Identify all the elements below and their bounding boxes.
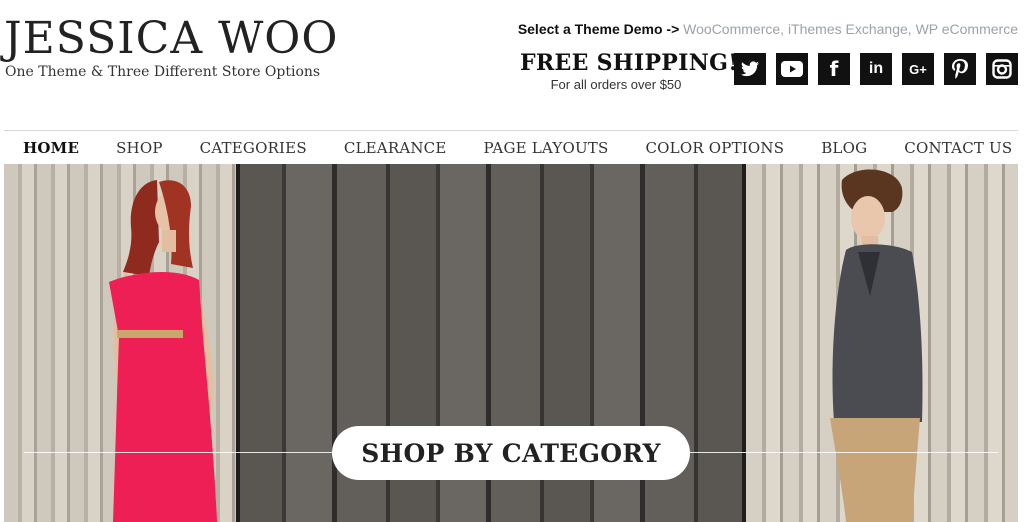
google-plus-icon[interactable]: G+ [902, 53, 934, 85]
instagram-icon[interactable] [986, 53, 1018, 85]
pinterest-icon[interactable] [944, 53, 976, 85]
hero-man-figure [830, 169, 923, 522]
ithemes-exchange-demo-link[interactable]: iThemes Exchange [788, 21, 908, 37]
woocommerce-demo-link[interactable]: WooCommerce [683, 21, 780, 37]
shop-by-category-button[interactable]: SHOP BY CATEGORY [332, 426, 690, 480]
link-separator: , [907, 21, 916, 37]
nav-item-home[interactable]: HOME [23, 139, 79, 157]
nav-item-blog[interactable]: BLOG [821, 139, 867, 157]
site-tagline: One Theme & Three Different Store Option… [5, 64, 321, 80]
shipping-subline: For all orders over $50 [550, 77, 682, 92]
linkedin-icon[interactable]: in [860, 53, 892, 85]
link-separator: , [780, 21, 788, 37]
nav-item-color-options[interactable]: COLOR OPTIONS [645, 139, 784, 157]
hero-woman-figure [109, 180, 217, 522]
nav-item-categories[interactable]: CATEGORIES [200, 139, 307, 157]
site-title[interactable]: JESSICA WOO [4, 14, 338, 64]
nav-item-contact-us[interactable]: CONTACT US [904, 139, 1012, 157]
main-navigation: HOME SHOP CATEGORIES CLEARANCE PAGE LAYO… [4, 130, 1018, 164]
nav-item-page-layouts[interactable]: PAGE LAYOUTS [484, 139, 609, 157]
wp-ecommerce-demo-link[interactable]: WP eCommerce [916, 21, 1018, 37]
facebook-icon[interactable]: f [818, 53, 850, 85]
theme-demo-bar: Select a Theme Demo -> WooCommerce, iThe… [518, 21, 1018, 37]
hero-banner: SHOP BY CATEGORY [4, 164, 1018, 522]
free-shipping-promo: FREE SHIPPING! For all orders over $50 [520, 50, 739, 92]
nav-item-shop[interactable]: SHOP [116, 139, 163, 157]
theme-demo-label: Select a Theme Demo -> [517, 21, 680, 37]
youtube-icon[interactable] [776, 53, 808, 85]
shipping-headline: FREE SHIPPING! [520, 50, 739, 76]
twitter-icon[interactable] [734, 53, 766, 85]
nav-item-clearance[interactable]: CLEARANCE [344, 139, 447, 157]
social-icons: f in G+ [734, 53, 1018, 85]
